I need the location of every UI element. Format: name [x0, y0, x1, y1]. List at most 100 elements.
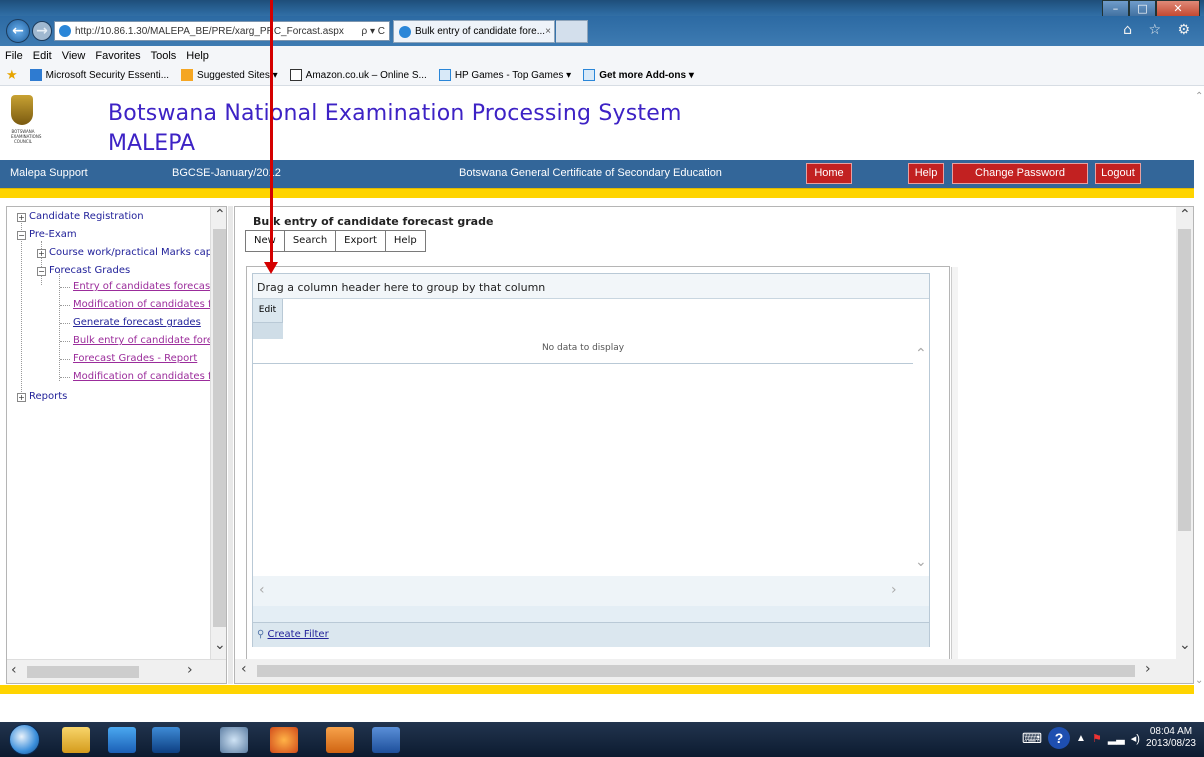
- menu-edit[interactable]: Edit: [33, 50, 52, 62]
- tree-connector: [60, 305, 70, 306]
- scroll-up-icon[interactable]: ⌃: [1195, 91, 1203, 102]
- menu-help[interactable]: Help: [186, 50, 209, 62]
- scroll-right-icon[interactable]: ›: [891, 582, 897, 598]
- tree-link-entry-forecast[interactable]: Entry of candidates forecast: [73, 281, 210, 292]
- scroll-up-icon[interactable]: ⌃: [214, 207, 226, 223]
- annotation-arrow-head: [264, 262, 278, 274]
- page-vertical-scrollbar[interactable]: ⌃ ⌄: [1194, 87, 1204, 692]
- expand-plus-icon[interactable]: +: [17, 213, 26, 222]
- tree-item-forecast-grades[interactable]: − Forecast Grades: [37, 265, 130, 276]
- content-vertical-scrollbar[interactable]: ⌃ ⌄: [1176, 207, 1193, 659]
- data-grid: Drag a column header here to group by th…: [252, 273, 930, 647]
- firefox-icon[interactable]: [270, 727, 298, 753]
- tree-link-modification-2[interactable]: Modification of candidates fo: [73, 371, 210, 382]
- expand-plus-icon[interactable]: +: [37, 249, 46, 258]
- media-player-icon[interactable]: [152, 727, 180, 753]
- tree-link-forecast-report[interactable]: Forecast Grades - Report: [73, 353, 197, 364]
- fav-amazon[interactable]: Amazon.co.uk – Online S...: [289, 69, 427, 81]
- scroll-down-icon[interactable]: ⌄: [1195, 675, 1203, 686]
- keyboard-icon[interactable]: ⌨: [1022, 730, 1042, 747]
- change-password-button[interactable]: Change Password: [952, 163, 1088, 184]
- search-button[interactable]: Search: [283, 230, 337, 252]
- user-name: Malepa Support: [10, 167, 88, 179]
- scrollbar-thumb[interactable]: [1178, 229, 1191, 531]
- tree-item-course-work[interactable]: + Course work/practical Marks capt: [37, 247, 210, 258]
- fav-hp-games[interactable]: HP Games - Top Games ▾: [438, 69, 571, 81]
- tree-connector: [21, 215, 22, 392]
- word-icon[interactable]: [372, 727, 400, 753]
- content-horizontal-scrollbar[interactable]: ‹ ›: [235, 659, 1193, 683]
- scroll-down-icon[interactable]: ⌄: [214, 637, 226, 653]
- address-actions[interactable]: ρ ▾ C: [362, 26, 390, 37]
- collapse-minus-icon[interactable]: −: [17, 231, 26, 240]
- explorer-icon[interactable]: [62, 727, 90, 753]
- help-button[interactable]: Help: [908, 163, 944, 184]
- volume-icon[interactable]: ◂): [1131, 732, 1140, 745]
- edit-column-header[interactable]: Edit: [253, 299, 283, 323]
- menu-tools[interactable]: Tools: [151, 50, 177, 62]
- scrollbar-thumb[interactable]: [27, 666, 139, 678]
- home-favorites-tools-icons[interactable]: ⌂ ☆ ⚙: [1123, 22, 1196, 38]
- scroll-down-icon[interactable]: ⌄: [915, 554, 927, 570]
- grid-horizontal-scroll-area: ‹ ›: [253, 576, 929, 622]
- address-bar[interactable]: http://10.86.1.30/MALEPA_BE/PRE/xarg_PRC…: [54, 21, 390, 41]
- new-tab-button[interactable]: [556, 20, 588, 43]
- favorites-star-icon[interactable]: ★: [6, 67, 18, 83]
- tree-content: + Candidate Registration − Pre-Exam + Cours…: [7, 207, 210, 659]
- scrollbar-thumb[interactable]: [257, 665, 1135, 677]
- scrollbar-thumb[interactable]: [213, 229, 226, 627]
- toolbar-help-button[interactable]: Help: [384, 230, 426, 252]
- tree-vertical-scrollbar[interactable]: ⌃ ⌄: [210, 207, 226, 659]
- ie-page-icon: [583, 69, 596, 81]
- scroll-left-icon[interactable]: ‹: [259, 582, 265, 598]
- menu-view[interactable]: View: [62, 50, 86, 62]
- tree-horizontal-scrollbar[interactable]: ‹ ›: [7, 659, 226, 683]
- pane-splitter[interactable]: [228, 206, 233, 684]
- tree-connector: [59, 269, 60, 381]
- tree-link-modification-1[interactable]: Modification of candidates fo: [73, 299, 210, 310]
- new-button[interactable]: New: [245, 230, 285, 252]
- grid-horizontal-scrollbar[interactable]: ‹ ›: [253, 576, 929, 606]
- back-button[interactable]: ←: [6, 19, 30, 43]
- export-button[interactable]: Export: [335, 230, 386, 252]
- scroll-left-icon[interactable]: ‹: [241, 661, 247, 677]
- splitter-handle[interactable]: [951, 267, 958, 675]
- scroll-up-icon[interactable]: ⌃: [1179, 207, 1191, 223]
- network-signal-icon[interactable]: ▂▃: [1108, 732, 1125, 745]
- logout-button[interactable]: Logout: [1095, 163, 1141, 184]
- grid-vertical-scrollbar[interactable]: ⌃ ⌄: [913, 346, 929, 576]
- scroll-left-icon[interactable]: ‹: [11, 662, 17, 678]
- tree-item-reports[interactable]: + Reports: [17, 391, 67, 402]
- group-by-panel[interactable]: Drag a column header here to group by th…: [253, 274, 929, 299]
- collapse-minus-icon[interactable]: −: [37, 267, 46, 276]
- tab-close-icon[interactable]: ×: [545, 26, 551, 37]
- internet-explorer-icon[interactable]: [108, 727, 136, 753]
- browser-tab[interactable]: Bulk entry of candidate fore... ×: [393, 20, 555, 43]
- tray-expand-icon[interactable]: ▲: [1076, 733, 1086, 744]
- fav-suggested-sites[interactable]: Suggested Sites ▾: [181, 69, 278, 81]
- action-center-icon[interactable]: ⚑: [1092, 732, 1102, 745]
- home-button[interactable]: Home: [806, 163, 852, 184]
- tree-connector: [60, 323, 70, 324]
- clock[interactable]: 08:04 AM 2013/08/23: [1146, 726, 1196, 750]
- scroll-down-icon[interactable]: ⌄: [1179, 637, 1191, 653]
- create-filter-link[interactable]: Create Filter: [268, 629, 329, 640]
- tree-link-bulk-entry[interactable]: Bulk entry of candidate forec: [73, 335, 210, 346]
- fav-addons[interactable]: Get more Add-ons ▾: [583, 69, 694, 81]
- tree-link-generate-forecast[interactable]: Generate forecast grades: [73, 317, 201, 328]
- tree-item-pre-exam[interactable]: − Pre-Exam: [17, 229, 77, 240]
- tree-item-candidate-registration[interactable]: + Candidate Registration: [17, 211, 144, 222]
- network-app-icon[interactable]: [220, 727, 248, 753]
- scroll-up-icon[interactable]: ⌃: [915, 346, 927, 362]
- help-circle-icon[interactable]: ?: [1048, 727, 1071, 749]
- start-button[interactable]: [9, 724, 40, 755]
- tree-connector: [60, 341, 70, 342]
- menu-favorites[interactable]: Favorites: [95, 50, 140, 62]
- fav-security-essentials[interactable]: Microsoft Security Essenti...: [29, 69, 169, 81]
- outlook-icon[interactable]: [326, 727, 354, 753]
- expand-plus-icon[interactable]: +: [17, 393, 26, 402]
- forward-button[interactable]: →: [32, 21, 52, 41]
- menu-file[interactable]: File: [5, 50, 23, 62]
- scroll-right-icon[interactable]: ›: [187, 662, 193, 678]
- scroll-right-icon[interactable]: ›: [1145, 661, 1151, 677]
